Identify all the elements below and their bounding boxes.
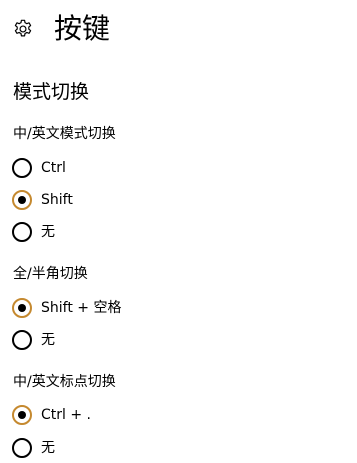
radio-button-selected[interactable]: [12, 190, 32, 210]
radio-option-ctrl-period[interactable]: Ctrl + .: [12, 403, 91, 427]
radio-button[interactable]: [12, 158, 32, 178]
group-label-mode-switch: 中/英文模式切换: [13, 126, 116, 142]
radio-label: 无: [41, 332, 55, 348]
radio-option-ctrl[interactable]: Ctrl: [12, 156, 66, 180]
radio-option-none[interactable]: 无: [12, 328, 55, 352]
radio-button[interactable]: [12, 330, 32, 350]
radio-label: 无: [41, 440, 55, 456]
radio-button[interactable]: [12, 438, 32, 458]
radio-button-selected[interactable]: [12, 298, 32, 318]
gear-icon: [12, 18, 34, 40]
radio-option-none[interactable]: 无: [12, 436, 55, 460]
radio-button-selected[interactable]: [12, 405, 32, 425]
radio-option-shift-space[interactable]: Shift + 空格: [12, 296, 121, 320]
section-title: 模式切换: [13, 81, 90, 103]
radio-option-none[interactable]: 无: [12, 220, 55, 244]
radio-label: Shift: [41, 192, 73, 208]
group-label-punctuation-switch: 中/英文标点切换: [13, 374, 116, 390]
radio-option-shift[interactable]: Shift: [12, 188, 73, 212]
radio-label: 无: [41, 224, 55, 240]
radio-label: Ctrl: [41, 160, 66, 176]
page-header: 按键: [12, 10, 110, 48]
radio-label: Shift + 空格: [41, 300, 122, 316]
radio-label: Ctrl + .: [41, 407, 91, 423]
page-title: 按键: [54, 12, 111, 45]
radio-button[interactable]: [12, 222, 32, 242]
group-label-full-half-width: 全/半角切换: [13, 266, 88, 282]
